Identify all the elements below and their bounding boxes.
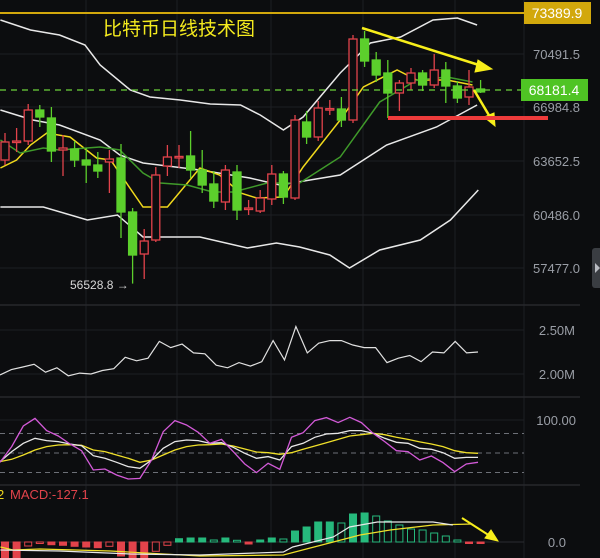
candle-body — [255, 197, 265, 212]
macd-params-prefix: 2 — [0, 487, 4, 502]
macd-bar-negative — [244, 541, 253, 545]
candle-body — [151, 174, 161, 241]
price-axis-tick: 63652.5 — [533, 154, 580, 169]
macd-bar-negative — [140, 541, 149, 558]
low-marker-label: 56528.8 → — [70, 278, 129, 292]
candle-body — [93, 164, 103, 172]
macd-bar-positive — [267, 537, 276, 543]
macd-bar-positive — [221, 537, 230, 543]
macd-bar-negative — [47, 541, 56, 546]
candle-body — [313, 107, 323, 138]
candle-body — [0, 141, 10, 161]
macd-bar-positive — [302, 526, 311, 543]
candle-body — [441, 69, 451, 87]
candle-body — [278, 173, 289, 198]
macd-value-label: MACD:-127.1 — [10, 487, 89, 502]
high-price-label: 73389.9 — [532, 5, 583, 21]
candle-body — [46, 117, 57, 152]
candle-body — [35, 109, 45, 118]
macd-bar-positive — [198, 537, 207, 543]
candle-body — [348, 38, 358, 121]
candle-body — [429, 69, 439, 86]
candle-body — [104, 158, 115, 163]
price-axis-tick: 60486.0 — [533, 208, 580, 223]
expand-panel-tab[interactable] — [592, 248, 600, 288]
candle-body — [23, 109, 33, 142]
price-axis-tick: 70491.5 — [533, 47, 580, 62]
macd-bar-negative — [476, 541, 485, 544]
chart-title: 比特币日线技术图 — [103, 18, 255, 40]
volume-axis-tick: 2.50M — [539, 323, 575, 338]
candle-body — [232, 171, 242, 211]
btc-daily-chart: 73389.9 68181.4 70491.5 66984.8 63652.5 … — [0, 0, 600, 558]
candle-body — [174, 155, 184, 159]
candle-up — [23, 104, 33, 146]
kdj-axis-tick: 100.00 — [536, 413, 576, 428]
candle-body — [359, 38, 370, 62]
candle-body — [139, 240, 149, 255]
macd-bar-positive — [256, 539, 265, 543]
candle-body — [81, 159, 91, 166]
candle-body — [127, 211, 138, 256]
candle-body — [69, 148, 80, 161]
price-axis-tick: 57477.0 — [533, 261, 580, 276]
candle-body — [452, 85, 463, 99]
price-axis-tick: 66984.8 — [533, 100, 580, 115]
candle-body — [116, 157, 126, 213]
candle-body — [290, 119, 300, 199]
macd-bar-positive — [314, 521, 323, 543]
candle-body — [336, 108, 347, 121]
macd-bar-negative — [465, 541, 473, 544]
macd-bar-negative — [128, 541, 137, 558]
candle-body — [220, 169, 231, 203]
macd-bar-positive — [186, 537, 195, 543]
candle-up — [348, 35, 358, 123]
macd-bar-negative — [93, 541, 102, 549]
macd-bar-positive — [175, 538, 183, 543]
candle-body — [301, 121, 312, 138]
candle-body — [185, 155, 196, 171]
last-price-label: 68181.4 — [529, 82, 580, 98]
candle-body — [417, 72, 428, 86]
macd-bar-positive — [291, 530, 299, 543]
macd-zero-label: 0.0 — [548, 535, 566, 550]
candle-body — [406, 72, 416, 84]
candle-body — [394, 82, 405, 94]
candle-body — [371, 59, 381, 76]
candle-body — [464, 86, 474, 98]
candle-body — [209, 183, 219, 202]
candle-body — [11, 140, 22, 144]
macd-bar-negative — [82, 541, 91, 548]
macd-bar-negative — [70, 541, 79, 547]
candle-body — [267, 173, 277, 200]
candle-body — [325, 107, 335, 111]
candle-body — [58, 147, 68, 151]
candle-body — [162, 156, 173, 167]
candle-up — [151, 166, 161, 242]
candle-body — [243, 207, 254, 211]
candle-up — [290, 115, 300, 201]
volume-axis-tick: 2.00M — [539, 367, 575, 382]
macd-bar-positive — [360, 512, 369, 543]
macd-bar-negative — [59, 541, 67, 546]
candle-body — [197, 169, 207, 186]
